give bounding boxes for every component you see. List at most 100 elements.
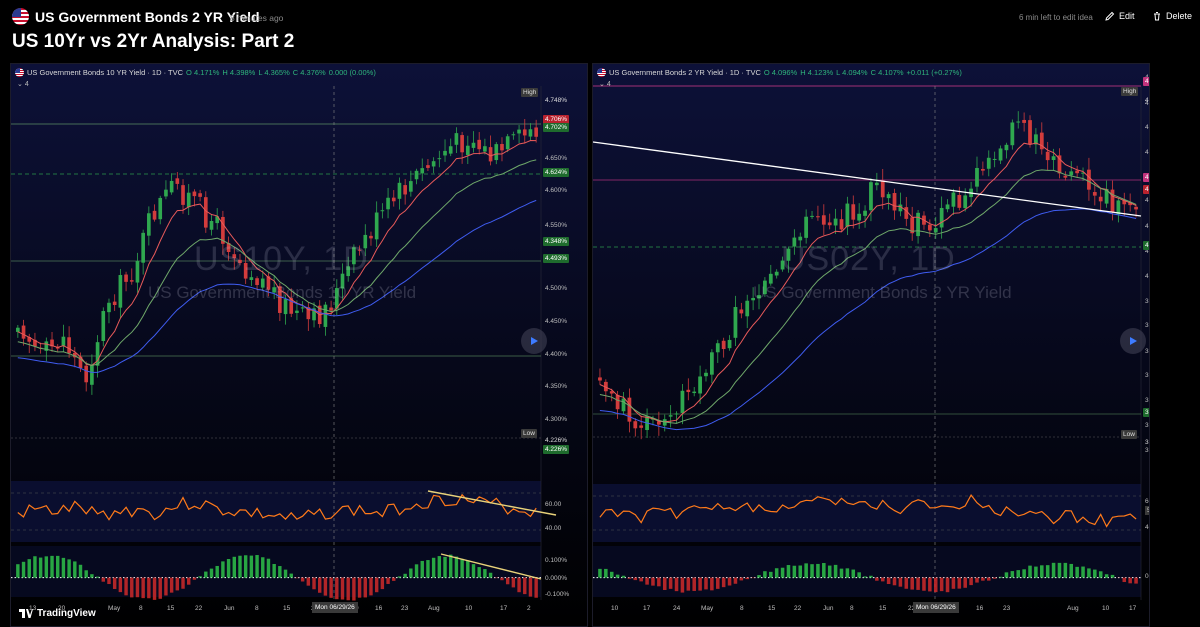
macd-histogram-bar bbox=[615, 574, 620, 578]
date-axis-tick: Aug bbox=[1067, 605, 1079, 612]
candle-body bbox=[169, 180, 174, 193]
candle-body bbox=[715, 343, 720, 353]
candle-body bbox=[1110, 189, 1115, 213]
macd-histogram-bar bbox=[1034, 566, 1038, 578]
date-axis-tick: 23 bbox=[1003, 605, 1011, 612]
edit-label: Edit bbox=[1119, 11, 1135, 21]
macd-histogram-bar bbox=[363, 577, 367, 598]
macd-histogram-bar bbox=[295, 577, 299, 579]
candle-body bbox=[471, 142, 476, 148]
candle-body bbox=[369, 235, 373, 239]
candle-body bbox=[1134, 206, 1138, 210]
chart-pane-us02y[interactable]: US Government Bonds 2 YR Yield · 1D · TV… bbox=[592, 63, 1150, 627]
macd-histogram-bar bbox=[505, 577, 510, 585]
price-axis-tick: 4.150% bbox=[1145, 197, 1149, 204]
macd-histogram-bar bbox=[61, 557, 66, 578]
macd-histogram-bar bbox=[651, 577, 655, 586]
legend-high: H 4.398% bbox=[222, 68, 256, 77]
price-axis-tick: 4.250% bbox=[1145, 149, 1149, 156]
candle-body bbox=[135, 261, 140, 283]
candle-body bbox=[101, 311, 106, 342]
macd-histogram-bar bbox=[175, 577, 180, 591]
macd-histogram-bar bbox=[598, 568, 602, 578]
date-axis-tick: 13 bbox=[29, 605, 37, 612]
replay-play-button[interactable] bbox=[521, 328, 547, 354]
candle-body bbox=[992, 158, 997, 160]
price-label: 3.727% bbox=[1143, 408, 1149, 417]
macd-histogram-bar bbox=[431, 557, 436, 578]
macd-histogram-bar bbox=[1004, 572, 1009, 578]
price-label: 4.370% bbox=[1145, 97, 1149, 104]
chart-pane-us10y[interactable]: US Government Bonds 10 YR Yield · 1D · T… bbox=[10, 63, 588, 627]
candle-body bbox=[477, 139, 482, 150]
macd-histogram-bar bbox=[369, 577, 373, 596]
macd-histogram-bar bbox=[692, 577, 696, 591]
replay-play-button[interactable] bbox=[1120, 328, 1146, 354]
delete-button[interactable]: Delete bbox=[1152, 11, 1192, 21]
macd-histogram-bar bbox=[67, 559, 71, 578]
macd-histogram-bar bbox=[668, 577, 673, 589]
macd-histogram-bar bbox=[963, 577, 967, 588]
candle-body bbox=[431, 161, 436, 167]
rsi-axis-tick: 60.00 bbox=[1145, 498, 1149, 505]
macd-histogram-bar bbox=[152, 577, 157, 600]
macd-histogram-bar bbox=[266, 558, 271, 578]
macd-histogram-bar bbox=[710, 577, 714, 591]
macd-histogram-bar bbox=[851, 569, 856, 578]
date-axis-tick: 16 bbox=[976, 605, 984, 612]
macd-histogram-bar bbox=[1045, 565, 1050, 578]
macd-histogram-bar bbox=[1093, 569, 1097, 578]
candle-body bbox=[686, 389, 691, 393]
macd-axis-tick: -0.100% bbox=[545, 591, 570, 598]
macd-histogram-bar bbox=[1010, 571, 1015, 578]
legend-symbol[interactable]: US Government Bonds 2 YR Yield · 1D · TV… bbox=[609, 68, 761, 77]
legend-symbol[interactable]: US Government Bonds 10 YR Yield · 1D · T… bbox=[27, 68, 183, 77]
symbol-title[interactable]: US Government Bonds 2 YR Yield bbox=[35, 9, 260, 25]
macd-histogram-bar bbox=[238, 555, 242, 578]
candle-body bbox=[892, 193, 897, 211]
candle-body bbox=[633, 421, 638, 429]
chart-canvas-us10y[interactable] bbox=[11, 64, 588, 627]
macd-histogram-bar bbox=[957, 577, 962, 589]
trash-icon bbox=[1154, 12, 1160, 21]
candle-body bbox=[494, 144, 499, 161]
date-axis-tick: 17 bbox=[1129, 605, 1137, 612]
macd-histogram-bar bbox=[112, 577, 117, 589]
edit-button[interactable]: Edit bbox=[1105, 11, 1135, 21]
legend-open: O 4.171% bbox=[186, 68, 220, 77]
macd-histogram-bar bbox=[426, 560, 430, 578]
macd-histogram-bar bbox=[443, 556, 447, 578]
macd-histogram-bar bbox=[460, 558, 464, 578]
macd-histogram-bar bbox=[181, 577, 185, 589]
candle-body bbox=[869, 182, 873, 211]
macd-histogram-bar bbox=[27, 559, 31, 578]
macd-histogram-bar bbox=[124, 577, 128, 596]
candle-body bbox=[674, 413, 679, 415]
price-axis-tick: 4.350% bbox=[545, 383, 568, 390]
chart-canvas-us02y[interactable] bbox=[593, 64, 1150, 627]
legend-open: O 4.096% bbox=[763, 68, 798, 77]
indicators-toggle[interactable]: ⌄ 4 bbox=[599, 80, 611, 88]
candle-body bbox=[488, 147, 493, 162]
macd-histogram-bar bbox=[169, 577, 174, 593]
macd-histogram-bar bbox=[1075, 566, 1079, 578]
price-label: 3.679% bbox=[1145, 439, 1149, 446]
candle-body bbox=[668, 415, 673, 417]
macd-histogram-bar bbox=[816, 563, 820, 578]
macd-histogram-bar bbox=[414, 564, 419, 578]
macd-histogram-bar bbox=[1040, 565, 1044, 578]
legend-close: C 4.107% bbox=[870, 68, 904, 77]
candle-body bbox=[1069, 171, 1074, 176]
date-axis-tick: 8 bbox=[255, 605, 259, 612]
candle-body bbox=[443, 150, 447, 156]
macd-histogram-bar bbox=[857, 572, 861, 578]
price-label: 4.493% bbox=[543, 254, 570, 263]
candle-body bbox=[998, 148, 1003, 161]
macd-histogram-bar bbox=[1134, 577, 1138, 584]
macd-histogram-bar bbox=[335, 577, 339, 600]
edit-time-left: 6 min left to edit idea bbox=[1019, 13, 1093, 22]
macd-histogram-bar bbox=[904, 577, 909, 589]
indicators-toggle[interactable]: ⌄ 4 bbox=[17, 80, 29, 88]
macd-histogram-bar bbox=[306, 577, 311, 586]
macd-histogram-bar bbox=[130, 577, 134, 598]
